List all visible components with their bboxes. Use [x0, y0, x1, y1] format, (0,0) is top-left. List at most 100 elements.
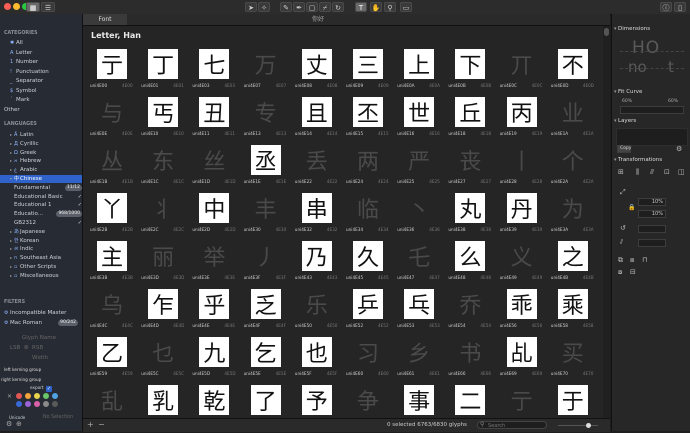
remove-glyph-icon[interactable]: − — [98, 420, 105, 429]
rotate-left-icon[interactable]: ↺ — [620, 224, 626, 232]
glyph-cell[interactable]: 买 uni4E70 4E70 — [550, 337, 601, 385]
glyph-cell[interactable]: 丫 uni4E2B 4E2B — [89, 193, 140, 241]
glyph-cell[interactable]: 乡 uni4E61 4E61 — [396, 337, 447, 385]
filter-item[interactable]: ⚙ Mac Roman 90/242 — [4, 319, 78, 327]
action-menu-icon[interactable]: ⊕ — [16, 420, 22, 428]
glyph-cell[interactable]: 上 uni4E0A 4E0A — [396, 49, 447, 97]
boolean-intersect-icon[interactable]: ⊓ — [642, 256, 647, 264]
glyph-cell[interactable]: 习 uni4E60 4E60 — [345, 337, 396, 385]
sidebar-item-indic[interactable]: ▸ अ Indic — [10, 245, 33, 253]
sidebar-toggle-button[interactable]: ▯ — [674, 2, 686, 12]
mirror-icon[interactable]: ◫ — [678, 168, 685, 176]
color-label-swatch[interactable] — [25, 393, 31, 399]
color-label-swatch[interactable] — [25, 401, 31, 407]
sidebar-item-japanese[interactable]: ▸ あJapanese — [10, 228, 45, 236]
glyph-cell[interactable]: 九 uni4E5D 4E5D — [191, 337, 242, 385]
preview-toggle-button[interactable]: ▭ — [400, 2, 412, 12]
glyph-cell[interactable]: 乍 uni4E4D 4E4D — [140, 289, 191, 337]
slant-icon[interactable]: ⫽ — [620, 238, 623, 247]
fit-curve-left-value[interactable]: 60% — [622, 99, 632, 104]
edit-tool-button[interactable]: ✧ — [258, 2, 270, 12]
glyph-cell[interactable]: 乎 uni4E4E 4E4E — [191, 289, 242, 337]
glyph-cell[interactable]: 丞 uni4E1E 4E1E — [243, 145, 294, 193]
glyph-cell[interactable]: 为 uni4E3A 4E3A — [550, 193, 601, 241]
glyph-cell[interactable]: 丝 uni4E1D 4E1D — [191, 145, 242, 193]
pen-tool-button[interactable]: ✒ — [293, 2, 305, 12]
search-input[interactable]: Search — [477, 421, 547, 429]
glyph-cell[interactable]: 乓 uni4E53 4E53 — [396, 289, 447, 337]
glyph-cell[interactable]: 主 uni4E3B 4E3B — [89, 241, 140, 289]
glyph-cell[interactable]: 与 uni4E0E 4E0E — [89, 97, 140, 145]
glyph-cell[interactable]: 世 uni4E16 4E16 — [396, 97, 447, 145]
list-view-button[interactable]: ☰ — [41, 2, 55, 12]
hand-tool-button[interactable]: ✋ — [370, 2, 382, 12]
close-window-icon[interactable] — [4, 3, 11, 10]
transformations-heading[interactable]: Transformations — [618, 157, 662, 163]
sidebar-item-number[interactable]: 1 Number — [10, 58, 38, 66]
glyph-cell[interactable]: 丕 uni4E15 4E15 — [345, 97, 396, 145]
rotate-field[interactable] — [638, 225, 666, 233]
info-button[interactable]: ⓘ — [660, 2, 672, 12]
fit-curve-slider[interactable] — [620, 106, 684, 114]
glyph-cell[interactable]: 业 uni4E1A 4E1A — [550, 97, 601, 145]
glyph-cell[interactable]: 乏 uni4E4F 4E4F — [243, 289, 294, 337]
glyph-cell[interactable]: 乙 uni4E59 4E59 — [89, 337, 140, 385]
glyph-cell[interactable]: 个 uni4E2A 4E2A — [550, 145, 601, 193]
tab-nihao[interactable]: 你好 — [293, 14, 343, 25]
sidebar-item-miscellaneous[interactable]: ▸ ▫ Miscellaneous — [10, 272, 59, 280]
left-kerning-group-field[interactable]: left kerning group — [4, 366, 41, 374]
glyph-cell[interactable]: 乘 uni4E58 4E58 — [550, 289, 601, 337]
glyph-cell[interactable]: 书 uni4E66 4E66 — [447, 337, 498, 385]
glyph-cell[interactable]: 两 uni4E24 4E24 — [345, 145, 396, 193]
sidebar-item-cyrillic[interactable]: ▸ Д Cyrillic — [10, 140, 39, 148]
right-kerning-group-field[interactable]: right kerning group — [1, 376, 41, 384]
color-label-swatch[interactable] — [52, 393, 58, 399]
select-tool-button[interactable]: ➤ — [245, 2, 257, 12]
minimize-window-icon[interactable] — [13, 3, 20, 10]
rsb-field[interactable]: RSB — [32, 344, 43, 352]
draw-tool-button[interactable]: ✎ — [280, 2, 292, 12]
layers-list[interactable] — [616, 128, 688, 146]
glyph-cell[interactable]: 丁 uni4E01 4E01 — [140, 49, 191, 97]
glyph-cell[interactable]: 乌 uni4E4C 4E4C — [89, 289, 140, 337]
sidebar-item-hebrew[interactable]: ▸ א Hebrew — [10, 157, 41, 165]
boolean-union-icon[interactable]: ⧉ — [618, 256, 623, 265]
glyph-cell[interactable]: 丹 uni4E39 4E39 — [499, 193, 550, 241]
glyph-cell[interactable]: 不 uni4E0D 4E0D — [550, 49, 601, 97]
glyph-cell[interactable]: 丛 uni4E1B 4E1B — [89, 145, 140, 193]
sidebar-item-arabic[interactable]: ▸ ع Arabic — [10, 166, 37, 174]
glyph-cell[interactable]: 丢 uni4E22 4E22 — [294, 145, 345, 193]
glyph-cell[interactable]: 丌 uni4E0C 4E0C — [499, 49, 550, 97]
sidebar-item-other-scripts[interactable]: ▸ ▫ Other Scripts — [10, 263, 56, 271]
glyph-cell[interactable]: 丿 uni4E3F 4E3F — [243, 241, 294, 289]
align-center-icon[interactable]: ⊡ — [664, 168, 670, 176]
color-label-swatch[interactable] — [16, 393, 22, 399]
sidebar-item-other[interactable]: Other — [4, 106, 20, 114]
glyph-cell[interactable]: 乐 uni4E50 4E50 — [294, 289, 345, 337]
glyph-cell[interactable]: 丶 uni4E36 4E36 — [396, 193, 447, 241]
add-glyph-icon[interactable]: + — [87, 420, 94, 429]
glyph-cell[interactable]: 么 uni4E48 4E48 — [447, 241, 498, 289]
boolean-subtract-icon[interactable]: ⧈ — [630, 256, 634, 265]
sidebar-subitem[interactable]: Educational Basic ✓ — [14, 193, 82, 201]
color-label-swatch[interactable] — [34, 393, 40, 399]
sidebar-item-korean[interactable]: ▸ 한Korean — [10, 237, 39, 245]
align-vertical-icon[interactable]: ⫻ — [650, 168, 654, 177]
glyph-cell[interactable]: 万 uni4E07 4E07 — [243, 49, 294, 97]
export-checkbox[interactable]: ✓ — [46, 386, 52, 392]
glyph-cell[interactable]: 乞 uni4E5E 4E5E — [243, 337, 294, 385]
sidebar-subitem[interactable]: Educational 1 ✓ — [14, 201, 82, 209]
glyph-cell[interactable]: 丰 uni4E30 4E30 — [243, 193, 294, 241]
lsb-link-icon[interactable]: ⦾ — [24, 344, 28, 352]
glyph-cell[interactable]: 七 uni4E03 4E03 — [191, 49, 242, 97]
layer-settings-icon[interactable]: ⚙ — [676, 145, 682, 153]
sidebar-item-greek[interactable]: ▸ Ω Greek — [10, 149, 36, 157]
dimensions-collapse-icon[interactable]: ▾ — [614, 26, 617, 32]
glyph-cell[interactable]: 东 uni4E1C 4E1C — [140, 145, 191, 193]
filter-item[interactable]: ⚙ Incompatible Master — [4, 309, 78, 317]
glyph-cell[interactable]: 之 uni4E4B 4E4B — [550, 241, 601, 289]
glyph-cell[interactable]: 下 uni4E0B 4E0B — [447, 49, 498, 97]
knife-tool-button[interactable]: ⌿ — [319, 2, 331, 12]
color-label-swatch[interactable] — [52, 401, 58, 407]
glyph-cell[interactable]: 丬 uni4E2C 4E2C — [140, 193, 191, 241]
